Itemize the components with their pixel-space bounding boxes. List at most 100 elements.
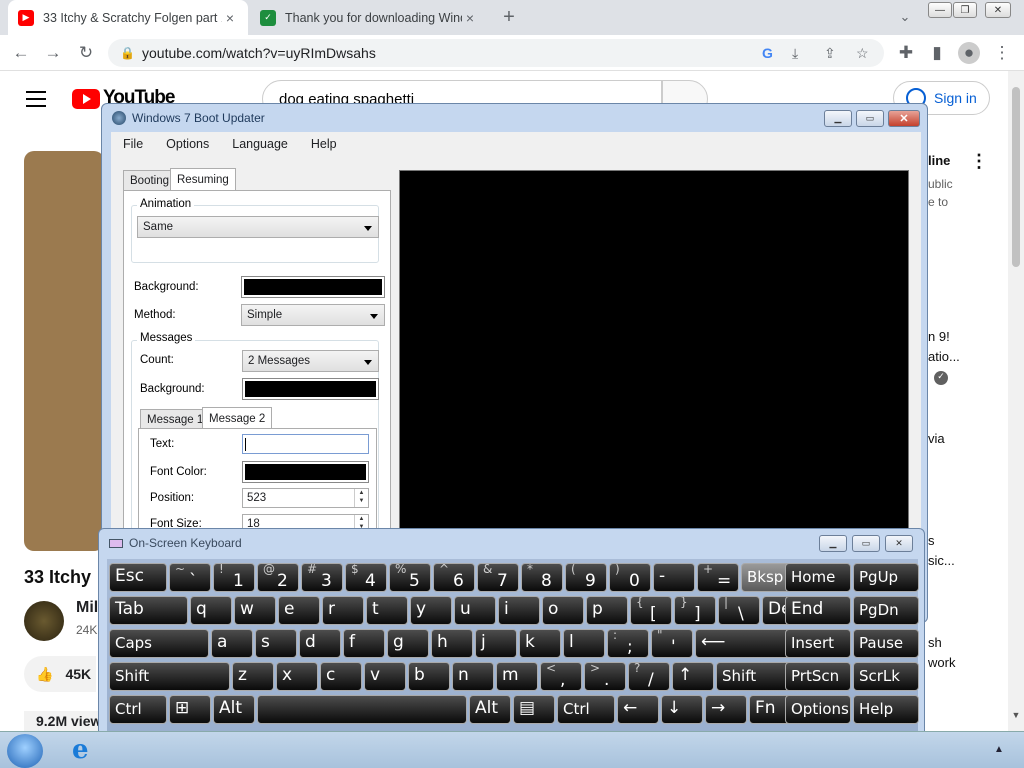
key-u47[interactable]: ? /: [628, 662, 670, 691]
install-icon[interactable]: ⤓: [792, 45, 798, 62]
tab-download[interactable]: ✓ Thank you for downloading Wind ×: [250, 0, 488, 35]
message-text-input[interactable]: [242, 434, 369, 454]
extensions-icon[interactable]: ✚: [895, 42, 917, 64]
close-icon[interactable]: ✕: [888, 110, 920, 127]
tab-resuming[interactable]: Resuming: [170, 168, 236, 191]
key-u61[interactable]: + =: [697, 563, 739, 592]
key-x[interactable]: x: [276, 662, 318, 691]
key-u96[interactable]: ~ `: [169, 563, 211, 592]
key-q[interactable]: q: [190, 596, 232, 625]
scrollbar-thumb[interactable]: [1012, 87, 1020, 267]
spin-arrows-icon[interactable]: ▲ ▼: [354, 489, 368, 507]
bookmark-star-icon[interactable]: ☆: [856, 45, 869, 62]
key-alt[interactable]: Alt: [469, 695, 511, 724]
tab-youtube[interactable]: ▶ 33 Itchy & Scratchy Folgen part 1 ×: [8, 0, 248, 35]
key-1[interactable]: ! 1: [213, 563, 255, 592]
youtube-logo-icon[interactable]: [72, 89, 100, 109]
google-icon[interactable]: G: [762, 45, 773, 61]
tab-booting[interactable]: Booting: [123, 170, 177, 191]
tab-message-2[interactable]: Message 2: [202, 407, 273, 430]
key-u8595[interactable]: ↓: [661, 695, 703, 724]
key-options[interactable]: Options: [785, 695, 851, 724]
tab-message-1[interactable]: Message 1: [140, 409, 211, 430]
key-home[interactable]: Home: [785, 563, 851, 592]
share-icon[interactable]: ⇪: [824, 45, 836, 62]
reload-icon[interactable]: ↻: [75, 42, 97, 64]
key-u93[interactable]: }]: [674, 596, 716, 625]
menu-help[interactable]: Help: [299, 137, 348, 151]
key-w[interactable]: w: [234, 596, 276, 625]
key-5[interactable]: % 5: [389, 563, 431, 592]
key-shift[interactable]: Shift: [716, 662, 795, 691]
key-n[interactable]: n: [452, 662, 494, 691]
channel-name[interactable]: Mil: [76, 599, 98, 617]
key-prtscn[interactable]: PrtScn: [785, 662, 851, 691]
maximize-icon[interactable]: ▭: [856, 110, 884, 127]
key-tab[interactable]: Tab: [109, 596, 188, 625]
key-k[interactable]: k: [519, 629, 561, 658]
close-tab-icon[interactable]: ×: [222, 10, 238, 26]
key-space[interactable]: [257, 695, 467, 724]
key-p[interactable]: p: [586, 596, 628, 625]
msg-background-color-button[interactable]: [242, 378, 379, 400]
key-ctrl[interactable]: Ctrl: [109, 695, 167, 724]
key-u44[interactable]: <,: [540, 662, 582, 691]
key-3[interactable]: #3: [301, 563, 343, 592]
chrome-menu-icon[interactable]: ⋮: [991, 42, 1013, 64]
close-icon[interactable]: ✕: [885, 535, 913, 552]
tab-search-icon[interactable]: ⌄: [894, 6, 916, 28]
key-o[interactable]: o: [542, 596, 584, 625]
key-a[interactable]: a: [211, 629, 253, 658]
key-insert[interactable]: Insert: [785, 629, 851, 658]
minimize-icon[interactable]: ▁: [819, 535, 847, 552]
show-hidden-icons-icon[interactable]: ▲: [994, 744, 1004, 755]
key-u8594[interactable]: →: [705, 695, 747, 724]
key-s[interactable]: s: [255, 629, 297, 658]
key-c[interactable]: c: [320, 662, 362, 691]
restore-icon[interactable]: ❐: [953, 2, 977, 18]
url-bar[interactable]: 🔒 youtube.com/watch?v=uyRImDwsahs G ⤓ ⇪ …: [108, 39, 884, 67]
profile-icon[interactable]: ●: [958, 42, 980, 64]
key-i[interactable]: i: [498, 596, 540, 625]
key-v[interactable]: v: [364, 662, 406, 691]
key-caps[interactable]: Caps: [109, 629, 209, 658]
keyboard-titlebar[interactable]: On-Screen Keyboard: [99, 529, 924, 557]
key-u46[interactable]: >.: [584, 662, 626, 691]
back-icon[interactable]: ←: [10, 42, 32, 64]
key-scrlk[interactable]: ScrLk: [853, 662, 919, 691]
key-0[interactable]: ) 0: [609, 563, 651, 592]
more-options-icon[interactable]: ⋮: [970, 151, 988, 172]
key-m[interactable]: m: [496, 662, 538, 691]
key-shift[interactable]: Shift: [109, 662, 230, 691]
maximize-icon[interactable]: ▭: [852, 535, 880, 552]
key-u[interactable]: u: [454, 596, 496, 625]
side-panel-icon[interactable]: ▮: [926, 42, 948, 64]
start-button[interactable]: [7, 734, 43, 768]
key-u59[interactable]: :;: [607, 629, 649, 658]
key-l[interactable]: l: [563, 629, 605, 658]
key-u91[interactable]: {[: [630, 596, 672, 625]
key-e[interactable]: e: [278, 596, 320, 625]
key-j[interactable]: j: [475, 629, 517, 658]
key-g[interactable]: g: [387, 629, 429, 658]
key-z[interactable]: z: [232, 662, 274, 691]
menu-file[interactable]: File: [111, 137, 154, 151]
minimize-icon[interactable]: —: [928, 2, 952, 18]
like-button[interactable]: 👍 45K: [24, 656, 96, 692]
key-4[interactable]: $4: [345, 563, 387, 592]
menu-options[interactable]: Options: [154, 137, 220, 151]
internet-explorer-icon[interactable]: e: [72, 735, 104, 767]
channel-avatar[interactable]: [24, 601, 64, 641]
key-b[interactable]: b: [408, 662, 450, 691]
count-select[interactable]: 2 Messages: [242, 350, 379, 372]
scroll-down-icon[interactable]: ▼: [1008, 710, 1024, 730]
video-player[interactable]: [24, 151, 104, 551]
method-select[interactable]: Simple: [241, 304, 385, 326]
close-window-icon[interactable]: ✕: [985, 2, 1011, 18]
key-r[interactable]: r: [322, 596, 364, 625]
key-y[interactable]: y: [410, 596, 452, 625]
key-6[interactable]: ^ 6: [433, 563, 475, 592]
key-u8593[interactable]: ↑: [672, 662, 714, 691]
key-ctrl[interactable]: Ctrl: [557, 695, 615, 724]
forward-icon[interactable]: →: [42, 42, 64, 64]
